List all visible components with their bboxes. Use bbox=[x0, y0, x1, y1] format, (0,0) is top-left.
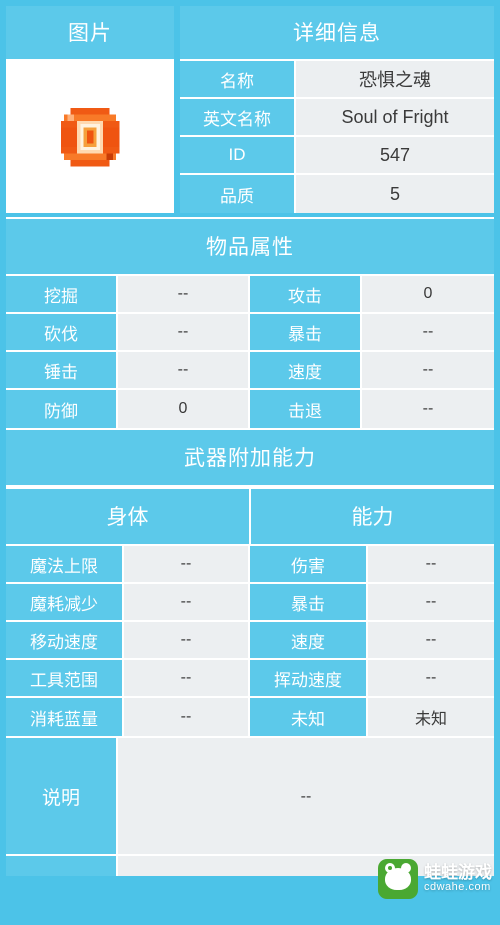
attr-label-crit: 暴击 bbox=[250, 314, 362, 350]
bonus-value-move-speed: -- bbox=[124, 622, 250, 658]
bonus-value-mana-consume: -- bbox=[124, 698, 250, 736]
bonus-label-damage: 伤害 bbox=[250, 546, 368, 582]
weapon-bonus-columns: 身体 能力 bbox=[6, 487, 494, 546]
bottom-strip-label bbox=[6, 856, 118, 876]
item-detail-screen: 图片 详细信息 名称 恐惧之魂 英文名称 Soul of Fright ID 5… bbox=[0, 0, 500, 925]
bonus-label-unknown: 未知 bbox=[250, 698, 368, 736]
detail-label-english-name: 英文名称 bbox=[180, 99, 296, 135]
detail-value-name: 恐惧之魂 bbox=[296, 61, 494, 97]
image-panel: 图片 bbox=[6, 6, 174, 213]
table-row: 挖掘 -- 攻击 0 bbox=[6, 276, 494, 314]
table-row: 魔法上限 -- 伤害 -- bbox=[6, 546, 494, 584]
table-row: 工具范围 -- 挥动速度 -- bbox=[6, 660, 494, 698]
detail-row-english-name: 英文名称 Soul of Fright bbox=[180, 99, 494, 137]
attr-value-crit: -- bbox=[362, 314, 494, 350]
attr-value-defense: 0 bbox=[118, 390, 250, 428]
attr-label-defense: 防御 bbox=[6, 390, 118, 428]
column-header-body: 身体 bbox=[6, 489, 251, 544]
weapon-bonus-grid: 魔法上限 -- 伤害 -- 魔耗减少 -- 暴击 -- 移动速度 -- 速度 -… bbox=[6, 546, 494, 736]
bonus-label-crit: 暴击 bbox=[250, 584, 368, 620]
watermark-title: 蛙蛙游戏 bbox=[424, 863, 492, 883]
attr-label-attack: 攻击 bbox=[250, 276, 362, 312]
attributes-section-title: 物品属性 bbox=[6, 217, 494, 276]
bonus-label-speed: 速度 bbox=[250, 622, 368, 658]
detail-row-quality: 品质 5 bbox=[180, 175, 494, 213]
watermark-text: 蛙蛙游戏 cdwahe.com bbox=[424, 864, 492, 893]
bonus-value-unknown: 未知 bbox=[368, 698, 494, 736]
attr-value-knockback: -- bbox=[362, 390, 494, 428]
attr-value-chopping: -- bbox=[118, 314, 250, 350]
column-header-ability: 能力 bbox=[251, 489, 494, 544]
frog-logo-icon bbox=[378, 859, 418, 899]
bonus-label-swing-speed: 挥动速度 bbox=[250, 660, 368, 696]
table-row: 砍伐 -- 暴击 -- bbox=[6, 314, 494, 352]
watermark-subtitle: cdwahe.com bbox=[424, 881, 491, 894]
detail-panel: 详细信息 名称 恐惧之魂 英文名称 Soul of Fright ID 547 … bbox=[180, 6, 494, 213]
bonus-value-swing-speed: -- bbox=[368, 660, 494, 696]
attr-value-hammering: -- bbox=[118, 352, 250, 388]
ring-item-icon bbox=[51, 98, 129, 176]
detail-panel-title: 详细信息 bbox=[180, 6, 494, 61]
detail-row-id: ID 547 bbox=[180, 137, 494, 175]
attr-label-knockback: 击退 bbox=[250, 390, 362, 428]
attributes-grid: 挖掘 -- 攻击 0 砍伐 -- 暴击 -- 锤击 -- 速度 -- 防御 0 … bbox=[6, 276, 494, 428]
bonus-label-tool-range: 工具范围 bbox=[6, 660, 124, 696]
item-image-box bbox=[6, 61, 174, 213]
attr-value-attack: 0 bbox=[362, 276, 494, 312]
detail-rows: 名称 恐惧之魂 英文名称 Soul of Fright ID 547 品质 5 bbox=[180, 61, 494, 213]
attr-label-hammering: 锤击 bbox=[6, 352, 118, 388]
bonus-label-mana-consume: 消耗蓝量 bbox=[6, 698, 124, 736]
table-row: 移动速度 -- 速度 -- bbox=[6, 622, 494, 660]
description-value: -- bbox=[118, 738, 494, 854]
detail-value-english-name: Soul of Fright bbox=[296, 99, 494, 135]
description-label: 说明 bbox=[6, 738, 118, 854]
bonus-value-tool-range: -- bbox=[124, 660, 250, 696]
table-row: 消耗蓝量 -- 未知 未知 bbox=[6, 698, 494, 736]
detail-label-quality: 品质 bbox=[180, 175, 296, 213]
table-row: 防御 0 击退 -- bbox=[6, 390, 494, 428]
attr-value-speed: -- bbox=[362, 352, 494, 388]
detail-label-name: 名称 bbox=[180, 61, 296, 97]
bonus-value-crit: -- bbox=[368, 584, 494, 620]
detail-row-name: 名称 恐惧之魂 bbox=[180, 61, 494, 99]
bonus-value-damage: -- bbox=[368, 546, 494, 582]
detail-value-id: 547 bbox=[296, 137, 494, 173]
detail-value-quality: 5 bbox=[296, 175, 494, 213]
attr-label-mining: 挖掘 bbox=[6, 276, 118, 312]
attr-value-mining: -- bbox=[118, 276, 250, 312]
bonus-value-speed: -- bbox=[368, 622, 494, 658]
detail-label-id: ID bbox=[180, 137, 296, 173]
watermark: 蛙蛙游戏 cdwahe.com bbox=[378, 859, 492, 899]
bonus-label-move-speed: 移动速度 bbox=[6, 622, 124, 658]
top-section: 图片 详细信息 名称 恐惧之魂 英文名称 Soul of Fright ID 5… bbox=[6, 6, 494, 213]
table-row: 锤击 -- 速度 -- bbox=[6, 352, 494, 390]
weapon-bonus-section-title: 武器附加能力 bbox=[6, 428, 494, 487]
table-row: 魔耗减少 -- 暴击 -- bbox=[6, 584, 494, 622]
bonus-label-mana-max: 魔法上限 bbox=[6, 546, 124, 582]
bonus-value-mana-max: -- bbox=[124, 546, 250, 582]
attr-label-chopping: 砍伐 bbox=[6, 314, 118, 350]
bonus-value-mana-cost-reduce: -- bbox=[124, 584, 250, 620]
bonus-label-mana-cost-reduce: 魔耗减少 bbox=[6, 584, 124, 620]
image-panel-title: 图片 bbox=[6, 6, 174, 61]
description-row: 说明 -- bbox=[6, 736, 494, 854]
attr-label-speed: 速度 bbox=[250, 352, 362, 388]
